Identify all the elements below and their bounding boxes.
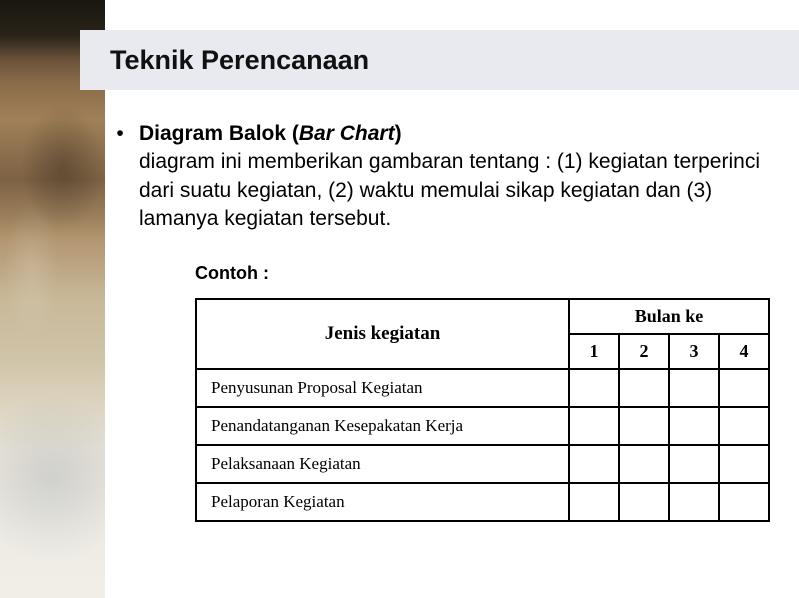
bullet-heading-pre: Diagram Balok (: [139, 122, 299, 145]
table-row: Pelaksanaan Kegiatan: [196, 445, 769, 483]
cell: [669, 483, 719, 521]
table-header-row-1: Jenis kegiatan Bulan ke: [196, 299, 769, 334]
activity-cell: Pelaporan Kegiatan: [196, 483, 569, 521]
bullet-heading: Diagram Balok (Bar Chart): [139, 122, 402, 145]
cell: [569, 483, 619, 521]
cell: [569, 407, 619, 445]
table-row: Penandatanganan Kesepakatan Kerja: [196, 407, 769, 445]
activity-cell: Penandatanganan Kesepakatan Kerja: [196, 407, 569, 445]
cell: [669, 445, 719, 483]
bullet-mark: •: [115, 120, 125, 233]
cell: [619, 369, 669, 407]
bullet-text: Diagram Balok (Bar Chart) diagram ini me…: [139, 120, 779, 233]
header-month: Bulan ke: [569, 299, 769, 334]
cell: [619, 445, 669, 483]
cell: [719, 483, 769, 521]
month-col-3: 3: [669, 334, 719, 369]
bullet-heading-italic: Bar Chart: [299, 122, 395, 145]
cell: [719, 445, 769, 483]
cell: [669, 369, 719, 407]
cell: [569, 369, 619, 407]
title-bar: Teknik Perencanaan: [80, 30, 799, 90]
example-label: Contoh :: [195, 263, 779, 284]
cell: [569, 445, 619, 483]
slide-content: • Diagram Balok (Bar Chart) diagram ini …: [105, 120, 779, 578]
cell: [669, 407, 719, 445]
table-row: Pelaporan Kegiatan: [196, 483, 769, 521]
activity-cell: Pelaksanaan Kegiatan: [196, 445, 569, 483]
gantt-table: Jenis kegiatan Bulan ke 1 2 3 4 Penyusun…: [195, 298, 770, 522]
month-col-2: 2: [619, 334, 669, 369]
slide-title: Teknik Perencanaan: [110, 45, 369, 76]
bullet-body: diagram ini memberikan gambaran tentang …: [139, 150, 760, 230]
month-col-1: 1: [569, 334, 619, 369]
cell: [719, 407, 769, 445]
cell: [719, 369, 769, 407]
table-row: Penyusunan Proposal Kegiatan: [196, 369, 769, 407]
activity-cell: Penyusunan Proposal Kegiatan: [196, 369, 569, 407]
cell: [619, 483, 669, 521]
bullet-item: • Diagram Balok (Bar Chart) diagram ini …: [115, 120, 779, 233]
cell: [619, 407, 669, 445]
month-col-4: 4: [719, 334, 769, 369]
bullet-heading-post: ): [395, 122, 402, 145]
header-activity: Jenis kegiatan: [196, 299, 569, 369]
